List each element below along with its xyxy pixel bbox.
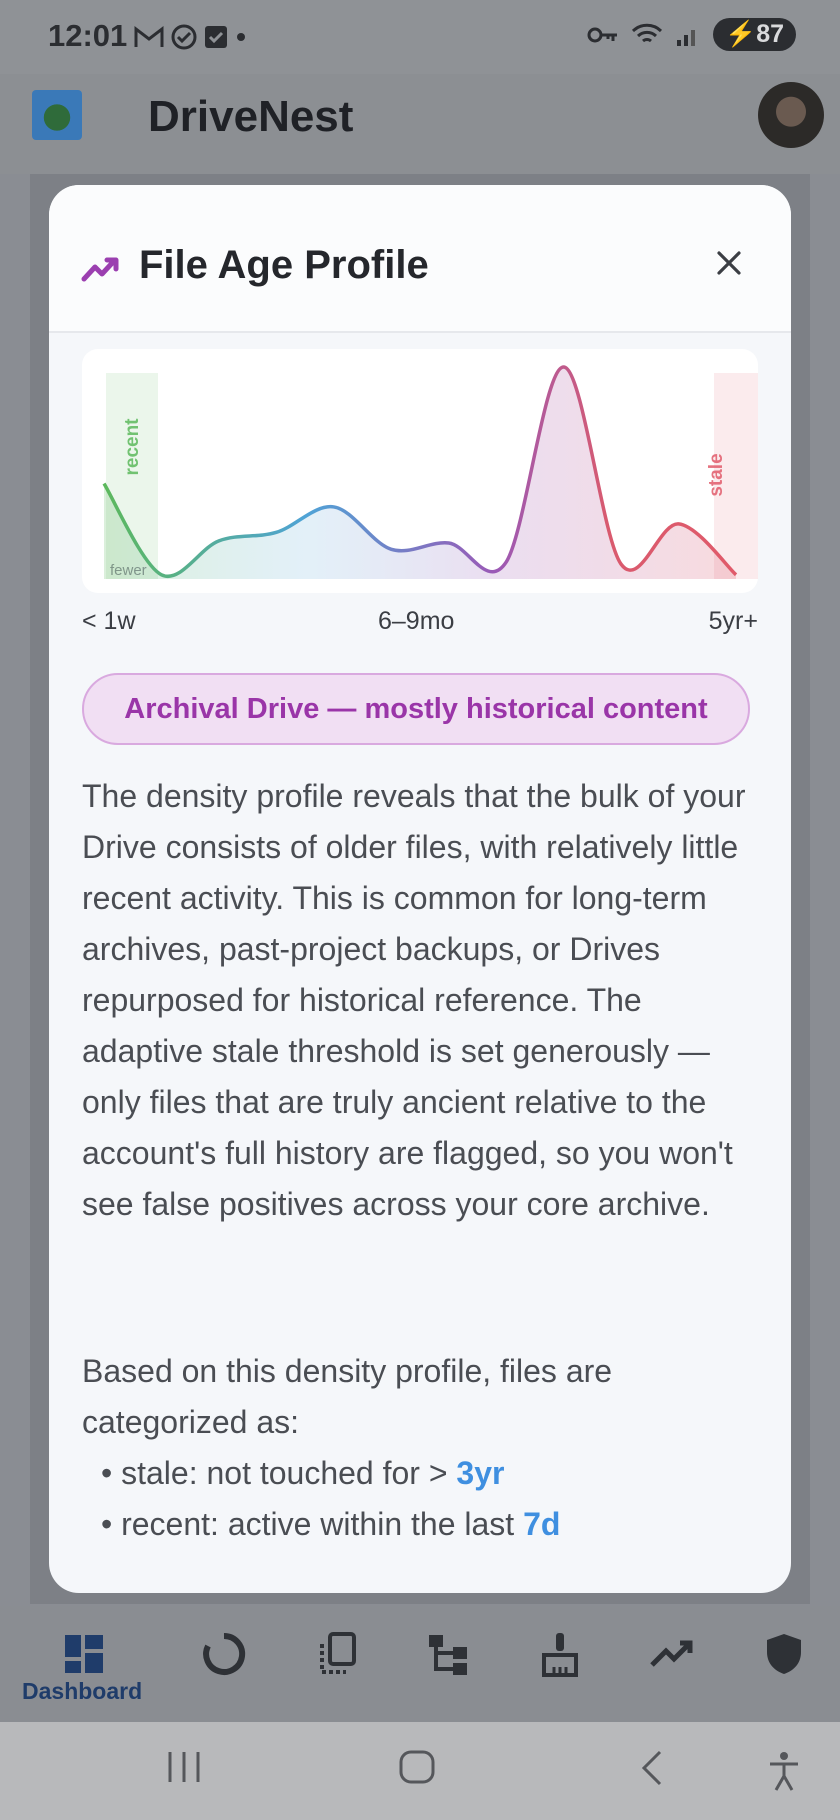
wifi-icon	[631, 23, 663, 42]
status-time: 12:01	[48, 18, 128, 53]
dashboard-icon	[65, 1635, 103, 1673]
profile-description: The density profile reveals that the bul…	[82, 778, 746, 1222]
stale-zone-label: stale	[706, 453, 727, 496]
system-icons: ⚡87	[587, 18, 796, 51]
stale-rule: • stale: not touched for > 3yr	[101, 1455, 505, 1491]
recent-rule: • recent: active within the last 7d	[101, 1506, 561, 1542]
app-logo	[32, 90, 82, 140]
dialog-header: File Age Profile	[49, 185, 791, 333]
recent-apps-icon[interactable]	[166, 1750, 202, 1784]
trending-up-icon	[81, 257, 119, 282]
signal-icon	[677, 29, 696, 46]
nav-tree[interactable]	[418, 1624, 478, 1684]
nav-dashboard-label: Dashboard	[22, 1678, 143, 1704]
stale-threshold-value: 3yr	[456, 1455, 505, 1491]
app-bar: DriveNest	[0, 74, 840, 174]
recent-zone-label: recent	[122, 418, 143, 476]
bottom-navigation: Dashboard	[0, 1606, 840, 1722]
back-icon[interactable]	[640, 1750, 664, 1786]
home-icon[interactable]	[398, 1750, 436, 1784]
close-button[interactable]	[707, 241, 751, 285]
check-circle-icon	[171, 24, 197, 50]
battery-indicator: ⚡87	[713, 18, 796, 51]
nav-sync[interactable]	[194, 1624, 254, 1684]
tree-icon	[429, 1635, 467, 1675]
dialog-title: File Age Profile	[139, 243, 429, 287]
task-icon	[205, 26, 227, 48]
profile-badge: Archival Drive — mostly historical conte…	[82, 673, 750, 745]
system-navigation-bar	[0, 1722, 840, 1820]
accessibility-icon[interactable]	[766, 1750, 802, 1792]
x-axis-label-end: 5yr+	[708, 607, 758, 635]
stale-rule-text: stale: not touched for >	[121, 1455, 457, 1491]
sync-icon	[203, 1632, 246, 1675]
nav-security[interactable]	[754, 1624, 814, 1684]
nav-dashboard[interactable]	[54, 1624, 114, 1684]
density-chart-svg: recent stale fewer	[102, 365, 766, 579]
close-icon	[717, 251, 741, 275]
density-line	[102, 365, 738, 579]
gmail-icon	[134, 25, 164, 47]
nav-insights[interactable]	[642, 1624, 702, 1684]
recent-threshold-value: 7d	[523, 1506, 561, 1542]
avatar[interactable]	[758, 82, 824, 148]
dot-icon	[237, 33, 245, 41]
trending-up-icon	[650, 1640, 693, 1667]
recent-rule-text: recent: active within the last	[121, 1506, 524, 1542]
key-icon	[587, 27, 618, 42]
copy-icon	[320, 1632, 356, 1674]
x-axis-label-start: < 1w	[82, 607, 136, 635]
broom-icon	[542, 1633, 578, 1677]
nav-duplicates[interactable]	[308, 1624, 368, 1684]
status-bar: 12:01 ⚡87	[0, 0, 840, 74]
categorization-intro: Based on this density profile, files are…	[82, 1353, 613, 1440]
density-chart: recent stale fewer	[82, 349, 766, 593]
shield-icon	[767, 1634, 801, 1674]
nav-cleanup[interactable]	[530, 1624, 590, 1684]
app-title: DriveNest	[148, 92, 354, 141]
x-axis-label-mid: 6–9mo	[378, 607, 455, 635]
file-age-profile-dialog: File Age Profile recent stale < 1w 6–9mo…	[49, 185, 791, 1593]
notification-icons	[134, 20, 248, 54]
